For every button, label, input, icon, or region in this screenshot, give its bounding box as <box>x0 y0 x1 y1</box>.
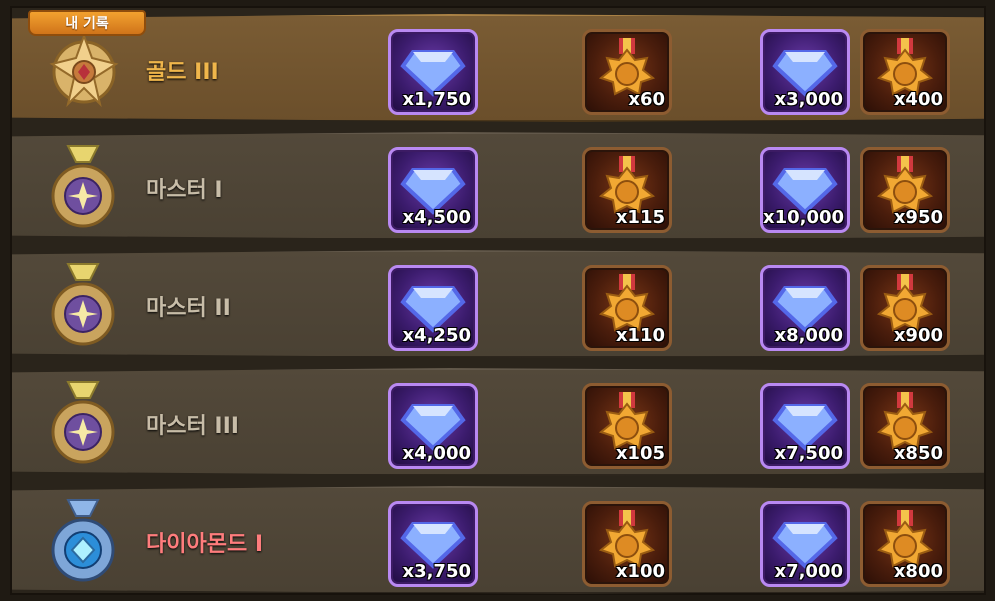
reward-row-master-1: 마스터 I x4,500 x115 x10,000 x950 <box>12 132 984 240</box>
reward-quantity: x950 <box>893 207 943 228</box>
reward-quantity: x800 <box>893 561 943 582</box>
reward-quantity: x4,250 <box>402 325 471 346</box>
my-record-badge: 내 기록 <box>28 10 146 36</box>
reward-quantity: x850 <box>893 443 943 464</box>
reward-quantity: x3,750 <box>402 561 471 582</box>
reward-row-gold-3: 골드 III x1,750 x60 x3,000 x400 <box>12 14 984 122</box>
medal-reward-item[interactable]: x900 <box>860 265 950 351</box>
reward-quantity: x900 <box>893 325 943 346</box>
tier-name: 마스터 II <box>146 296 231 321</box>
gem-reward-item[interactable]: x7,000 <box>760 501 850 587</box>
gem-reward-item[interactable]: x10,000 <box>760 147 850 233</box>
reward-quantity: x4,000 <box>402 443 471 464</box>
gem-reward-item[interactable]: x3,750 <box>388 501 478 587</box>
gem-reward-item[interactable]: x1,750 <box>388 29 478 115</box>
gem-reward-item[interactable]: x4,000 <box>388 383 478 469</box>
reward-quantity: x7,000 <box>774 561 843 582</box>
gem-reward-item[interactable]: x4,500 <box>388 147 478 233</box>
medal-reward-item[interactable]: x800 <box>860 501 950 587</box>
reward-quantity: x1,750 <box>402 89 471 110</box>
gold-tier-medal-icon <box>38 22 128 118</box>
reward-quantity: x60 <box>628 89 665 110</box>
reward-quantity: x115 <box>615 207 665 228</box>
reward-row-master-3: 마스터 III x4,000 x105 x7,500 x850 <box>12 368 984 476</box>
tier-name: 골드 III <box>146 60 219 85</box>
medal-reward-item[interactable]: x850 <box>860 383 950 469</box>
tier-name: 마스터 III <box>146 414 239 439</box>
medal-reward-item[interactable]: x400 <box>860 29 950 115</box>
reward-quantity: x400 <box>893 89 943 110</box>
gem-reward-item[interactable]: x7,500 <box>760 383 850 469</box>
reward-row-master-2: 마스터 II x4,250 x110 x8,000 x900 <box>12 250 984 358</box>
master-tier-medal-icon <box>38 140 128 236</box>
reward-quantity: x7,500 <box>774 443 843 464</box>
medal-reward-item[interactable]: x950 <box>860 147 950 233</box>
rank-rewards-panel: 골드 III x1,750 x60 x3,000 x400 마스터 I x4,5… <box>10 6 986 595</box>
reward-quantity: x4,500 <box>402 207 471 228</box>
tier-name: 다이아몬드 I <box>146 532 264 557</box>
reward-quantity: x110 <box>615 325 665 346</box>
reward-quantity: x10,000 <box>763 207 845 228</box>
gem-reward-item[interactable]: x4,250 <box>388 265 478 351</box>
master-tier-medal-icon <box>38 376 128 472</box>
medal-reward-item[interactable]: x105 <box>582 383 672 469</box>
master-tier-medal-icon <box>38 258 128 354</box>
diamond-tier-medal-icon <box>38 494 128 590</box>
medal-reward-item[interactable]: x100 <box>582 501 672 587</box>
gem-reward-item[interactable]: x8,000 <box>760 265 850 351</box>
medal-reward-item[interactable]: x110 <box>582 265 672 351</box>
medal-reward-item[interactable]: x115 <box>582 147 672 233</box>
medal-reward-item[interactable]: x60 <box>582 29 672 115</box>
reward-quantity: x3,000 <box>774 89 843 110</box>
reward-row-diamond-1: 다이아몬드 I x3,750 x100 x7,000 x800 <box>12 486 984 594</box>
gem-reward-item[interactable]: x3,000 <box>760 29 850 115</box>
reward-quantity: x100 <box>615 561 665 582</box>
reward-quantity: x8,000 <box>774 325 843 346</box>
reward-quantity: x105 <box>615 443 665 464</box>
tier-name: 마스터 I <box>146 178 223 203</box>
